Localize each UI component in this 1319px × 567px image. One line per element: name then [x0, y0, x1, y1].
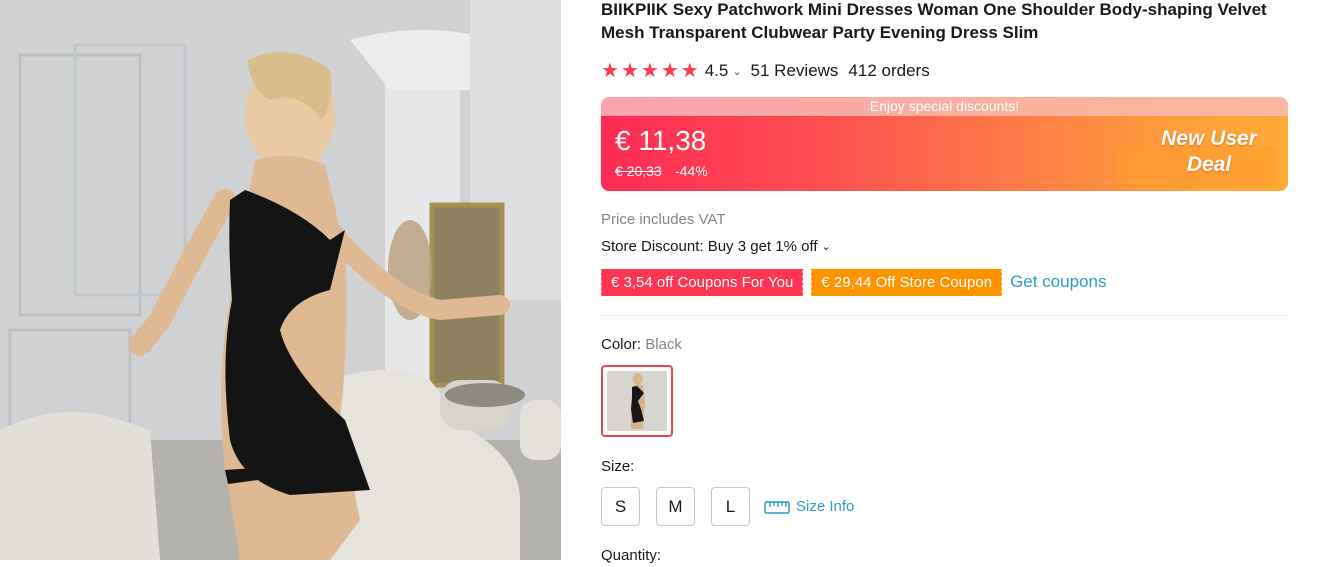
ruler-icon — [764, 500, 790, 514]
deal-line-1: New User — [1161, 127, 1257, 150]
color-label-text: Color: — [601, 336, 642, 353]
deal-line-2: Deal — [1186, 153, 1232, 176]
star-icon: ★ — [640, 60, 659, 82]
coupons-row: € 3,54 off Coupons For You € 29,44 Off S… — [599, 268, 1106, 296]
chevron-down-icon[interactable]: ⌄ — [822, 240, 831, 253]
price-main: € 11,38 € 20,33 -44% New User Deal — [601, 116, 1288, 191]
product-photo-illustration — [0, 0, 561, 560]
selected-color-value: Black — [645, 336, 682, 353]
size-info-text: Size Info — [796, 498, 855, 515]
rating-value[interactable]: 4.5 — [705, 61, 729, 81]
rating-row: ★ ★ ★ ★ ★ 4.5 ⌄ 51 Reviews 412 orders — [601, 59, 930, 83]
vat-note: Price includes VAT — [601, 211, 726, 228]
new-user-deal-badge: New User Deal — [1154, 126, 1264, 178]
divider — [601, 315, 1288, 316]
price-banner: Enjoy special discounts! € 11,38 € 20,33… — [601, 97, 1288, 191]
orders-count: 412 orders — [848, 61, 930, 80]
size-label: Size: — [601, 458, 635, 475]
size-option-l[interactable]: L — [711, 487, 750, 526]
size-info-link[interactable]: Size Info — [764, 498, 854, 515]
star-icon: ★ — [620, 60, 639, 82]
rating-stars: ★ ★ ★ ★ ★ — [601, 61, 699, 81]
size-option-m[interactable]: M — [656, 487, 695, 526]
quantity-label: Quantity: — [601, 547, 662, 564]
reviews-link[interactable]: 51 Reviews — [751, 61, 839, 81]
chevron-down-icon[interactable]: ⌄ — [732, 65, 741, 78]
product-main-image[interactable] — [0, 0, 561, 560]
banner-promo-text: Enjoy special discounts! — [601, 97, 1288, 116]
store-coupon[interactable]: € 29,44 Off Store Coupon — [810, 268, 1003, 296]
store-discount[interactable]: Store Discount: Buy 3 get 1% off ⌄ — [601, 238, 831, 255]
get-coupons-link[interactable]: Get coupons — [1010, 272, 1106, 292]
color-swatch-black[interactable] — [601, 365, 673, 437]
swatch-image — [607, 371, 667, 431]
discount-percent: -44% — [675, 163, 708, 179]
star-icon: ★ — [680, 60, 699, 82]
star-icon: ★ — [601, 60, 619, 82]
size-option-s[interactable]: S — [601, 487, 640, 526]
product-title: BIIKPIIK Sexy Patchwork Mini Dresses Wom… — [601, 0, 1267, 42]
swatch-thumbnail — [607, 371, 667, 431]
original-price: € 20,33 — [615, 163, 662, 179]
star-icon: ★ — [660, 60, 679, 82]
store-discount-text: Store Discount: Buy 3 get 1% off — [601, 238, 818, 255]
size-options: S M L Size Info — [601, 487, 854, 526]
current-price: € 11,38 — [615, 125, 707, 156]
color-label: Color: Black — [601, 336, 682, 353]
coupon-for-you[interactable]: € 3,54 off Coupons For You — [599, 268, 804, 296]
